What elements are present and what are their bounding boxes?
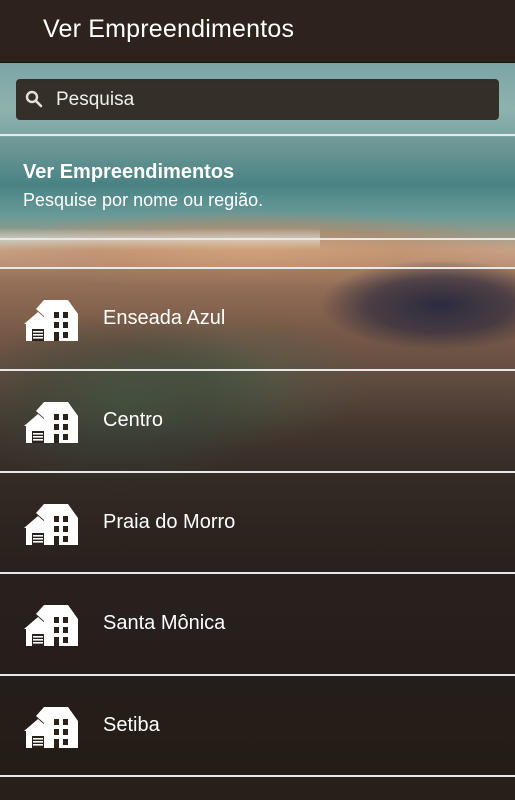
list-header-title: Ver Empreendimentos [23, 161, 235, 183]
list-item-label: Praia do Morro [103, 511, 236, 533]
app-bar: Ver Empreendimentos [0, 0, 515, 63]
list-item-label: Setiba [103, 714, 160, 736]
list-item-centro[interactable]: Centro [0, 371, 515, 471]
list-item-enseada-azul[interactable]: Enseada Azul [0, 269, 515, 369]
list-item-setiba[interactable]: Setiba [0, 676, 515, 776]
list-item-label: Enseada Azul [103, 307, 226, 329]
divider [0, 674, 515, 676]
divider [0, 238, 515, 240]
house-icon [24, 402, 78, 443]
app-bar-title: Ver Empreendimentos [43, 15, 295, 43]
divider [0, 572, 515, 574]
house-icon [24, 605, 78, 646]
divider [0, 369, 515, 371]
list-item-praia-do-morro[interactable]: Praia do Morro [0, 473, 515, 573]
list-item-label: Centro [103, 409, 164, 431]
list-item-label: Santa Mônica [103, 612, 226, 634]
house-icon [24, 300, 78, 341]
list-header: Ver Empreendimentos Pesquise por nome ou… [0, 137, 515, 238]
divider [0, 471, 515, 473]
divider [0, 775, 515, 777]
list-item-santa-monica[interactable]: Santa Mônica [0, 574, 515, 674]
search-bar[interactable] [16, 79, 499, 120]
search-icon [25, 90, 43, 108]
house-icon [24, 707, 78, 748]
search-input[interactable] [56, 79, 486, 120]
divider [0, 267, 515, 269]
house-icon [24, 504, 78, 545]
divider [0, 134, 515, 136]
list-header-subtitle: Pesquise por nome ou região. [23, 190, 264, 210]
